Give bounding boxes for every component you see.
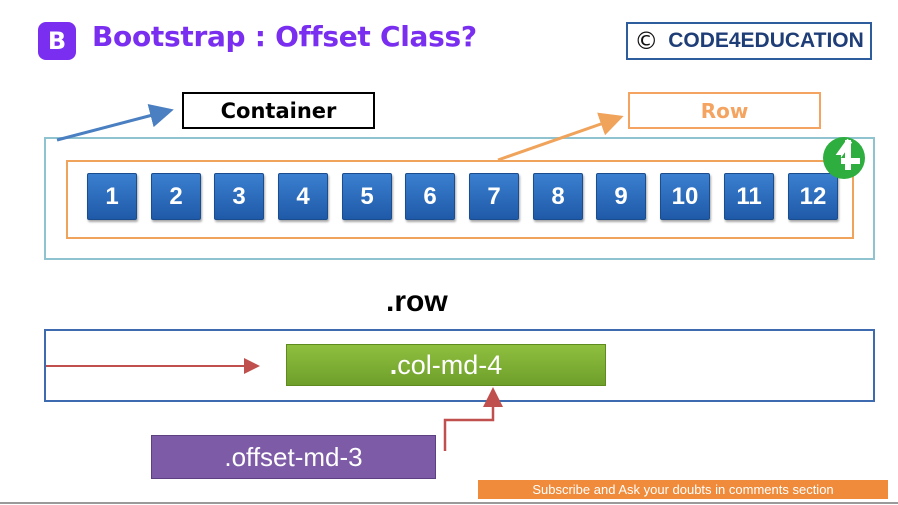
page-title: Bootstrap : Offset Class? [92, 20, 477, 53]
grid-column-8: 8 [533, 173, 583, 220]
grid-column-7: 7 [469, 173, 519, 220]
col-md-4-box: . col-md-4 [286, 344, 606, 386]
row-label: Row [628, 92, 821, 129]
grid-column-6: 6 [405, 173, 455, 220]
bottom-divider [0, 502, 898, 504]
offset-md-3-box: .offset-md-3 [151, 435, 436, 479]
copyright-symbol: © [634, 27, 659, 55]
logo-letter: B [47, 27, 67, 55]
grid-column-1: 1 [87, 173, 137, 220]
col-md-4-label: col-md-4 [397, 349, 503, 380]
container-arrow [56, 103, 174, 142]
subscribe-banner: Subscribe and Ask your doubts in comment… [478, 480, 888, 499]
grid-column-12: 12 [788, 173, 838, 220]
brand-name: CODE4EDUCATION [668, 29, 864, 52]
grid-column-3: 3 [214, 173, 264, 220]
row-heading: .row [386, 285, 448, 318]
col-dot: . [389, 349, 398, 380]
grid-columns: 1 2 3 4 5 6 7 8 9 10 11 12 [87, 173, 839, 220]
grid-column-5: 5 [342, 173, 392, 220]
channel-badge-icon [823, 137, 865, 179]
grid-column-2: 2 [151, 173, 201, 220]
grid-column-11: 11 [724, 173, 774, 220]
brand-box: © CODE4EDUCATION [626, 22, 872, 60]
grid-column-9: 9 [596, 173, 646, 220]
grid-column-10: 10 [660, 173, 710, 220]
grid-column-4: 4 [278, 173, 328, 220]
bootstrap-logo-icon: B [38, 22, 76, 60]
container-label: Container [182, 92, 375, 129]
